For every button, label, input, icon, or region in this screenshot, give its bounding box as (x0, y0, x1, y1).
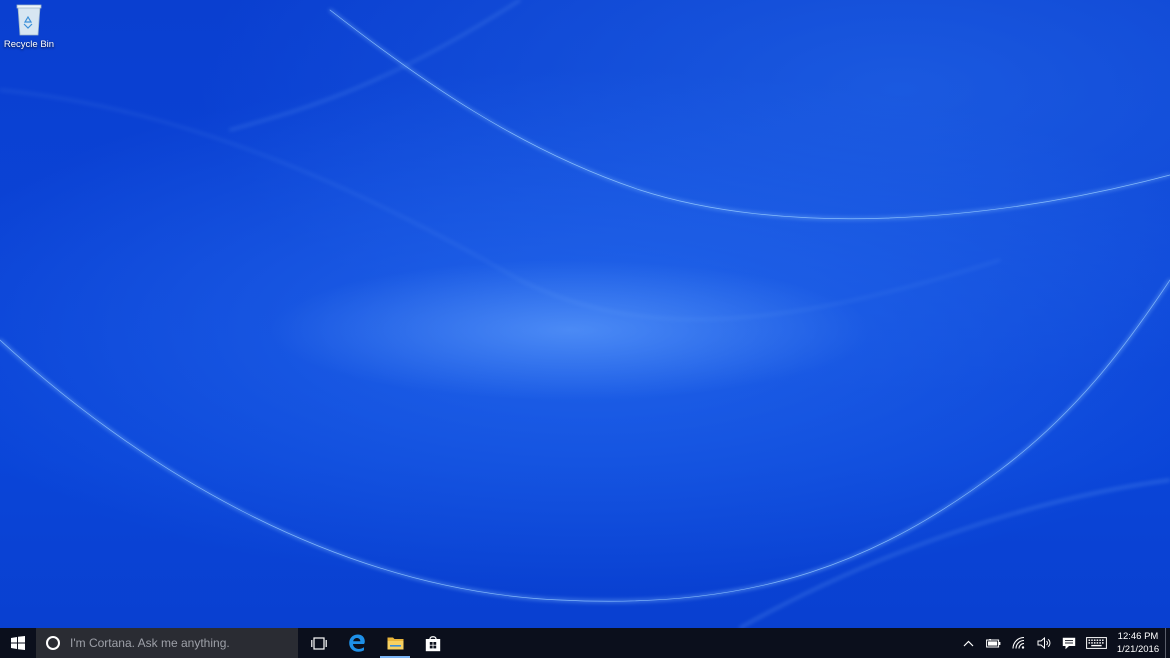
network-button[interactable] (1006, 628, 1031, 658)
edge-button[interactable] (338, 628, 376, 658)
touch-keyboard-button[interactable] (1081, 628, 1111, 658)
keyboard-icon (1085, 637, 1107, 649)
wifi-icon (1012, 637, 1025, 649)
clock-time: 12:46 PM (1117, 631, 1159, 642)
wallpaper-light-streaks (0, 0, 1170, 628)
desktop-icon-recycle-bin[interactable]: Recycle Bin (2, 2, 56, 56)
system-tray: 12:46 PM 1/21/2016 (956, 628, 1170, 658)
volume-icon (1037, 637, 1050, 649)
store-icon (425, 635, 441, 651)
search-placeholder: I'm Cortana. Ask me anything. (70, 636, 230, 650)
cortana-search-box[interactable]: I'm Cortana. Ask me anything. (36, 628, 298, 658)
recycle-bin-icon (16, 4, 42, 36)
cortana-circle-icon (46, 636, 60, 650)
windows-logo-icon (11, 636, 25, 650)
clock-date: 1/21/2016 (1116, 644, 1160, 655)
chevron-up-icon (963, 640, 974, 646)
battery-button[interactable] (981, 628, 1006, 658)
desktop: Recycle Bin I'm Cortana. Ask me anything… (0, 0, 1170, 658)
taskbar: I'm Cortana. Ask me anything. 12:46 PM 1… (0, 628, 1170, 658)
start-button[interactable] (0, 628, 36, 658)
store-button[interactable] (414, 628, 452, 658)
task-view-button[interactable] (300, 628, 338, 658)
volume-button[interactable] (1031, 628, 1056, 658)
clock[interactable]: 12:46 PM 1/21/2016 (1111, 628, 1165, 658)
show-desktop-button[interactable] (1165, 628, 1170, 658)
folder-icon (387, 637, 403, 650)
battery-icon (986, 638, 1001, 647)
desktop-icon-label: Recycle Bin (3, 39, 55, 50)
edge-icon (349, 634, 365, 652)
pinned-apps (300, 628, 452, 658)
action-center-icon (1062, 637, 1075, 649)
show-hidden-icons-button[interactable] (956, 628, 981, 658)
action-center-button[interactable] (1056, 628, 1081, 658)
file-explorer-button[interactable] (376, 628, 414, 658)
task-view-icon (311, 636, 327, 650)
